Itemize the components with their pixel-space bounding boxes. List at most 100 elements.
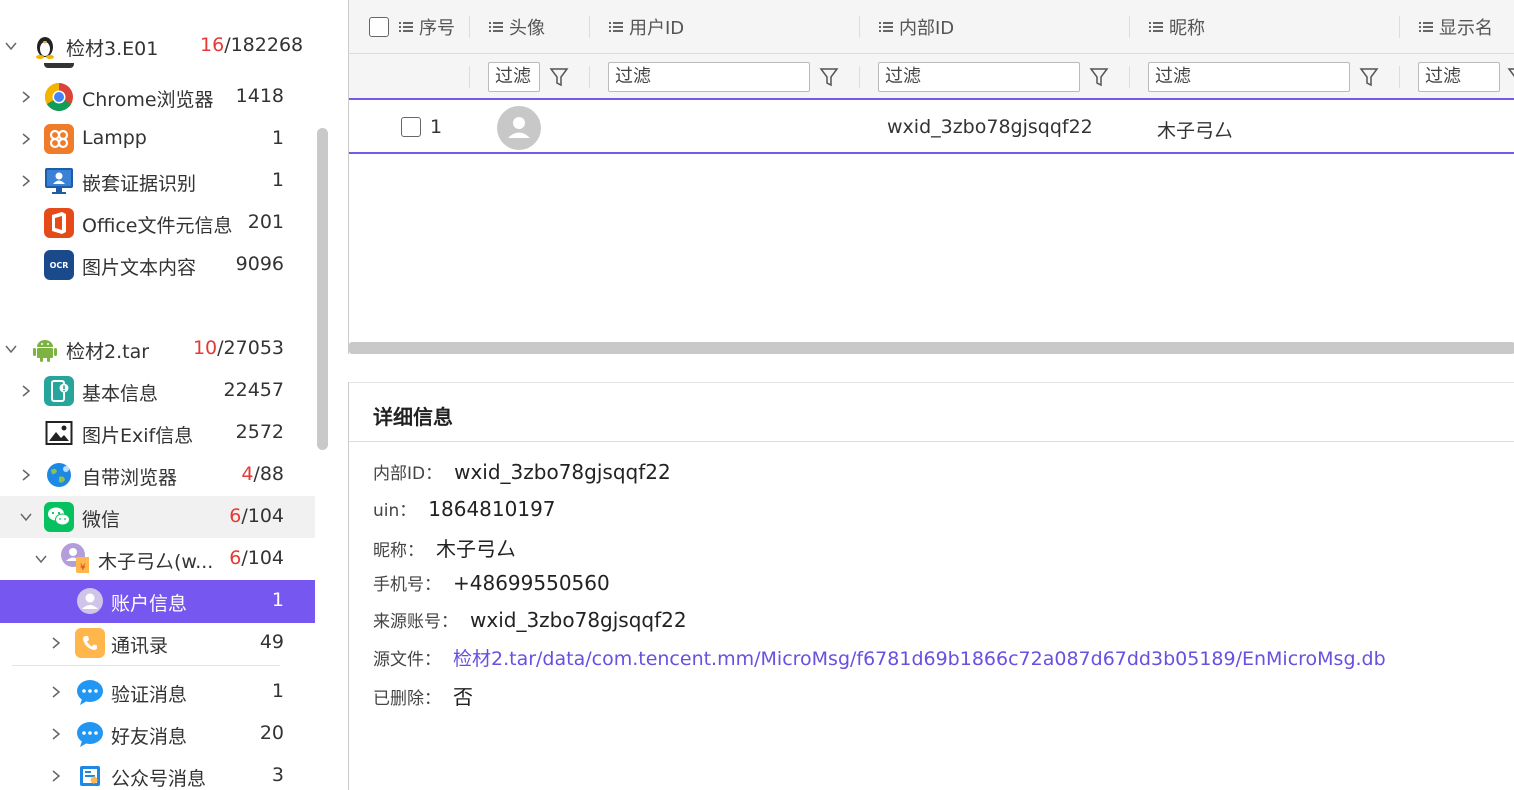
chevron-right-icon[interactable] — [49, 636, 63, 650]
chevron-right-icon[interactable] — [19, 90, 33, 104]
tree-item-public-account-messages[interactable]: 公众号消息 3 — [0, 755, 315, 790]
filter-funnel-icon[interactable] — [1359, 66, 1379, 88]
select-all-checkbox[interactable] — [369, 17, 389, 37]
row-checkbox[interactable] — [401, 117, 421, 137]
filter-funnel-icon[interactable] — [1507, 66, 1514, 88]
chevron-right-icon[interactable] — [19, 132, 33, 146]
chevron-down-icon[interactable] — [4, 342, 18, 356]
tree-item-office-meta[interactable]: Office文件元信息 201 — [0, 202, 315, 244]
chevron-down-icon[interactable] — [34, 552, 48, 566]
column-divider[interactable] — [469, 16, 470, 38]
source-file-link[interactable]: 检材2.tar/data/com.tencent.mm/MicroMsg/f67… — [453, 644, 1386, 671]
tree-item-builtin-browser[interactable]: 自带浏览器 4/88 — [0, 454, 315, 496]
svg-text:¥: ¥ — [80, 563, 86, 573]
sidebar-scrollbar[interactable] — [317, 128, 328, 450]
tree-item-lampp[interactable]: Lampp 1 — [0, 118, 315, 160]
sidebar-divider — [12, 665, 280, 666]
column-divider[interactable] — [1129, 16, 1130, 38]
tree-item-label: 通讯录 — [111, 635, 169, 657]
tree-item-label: 微信 — [82, 509, 121, 531]
tree-item-label: 检材2.tar — [66, 341, 150, 363]
tree-item-contacts[interactable]: 通讯录 49 — [0, 622, 315, 664]
tree-item-count: 20 — [259, 722, 284, 744]
column-list-icon — [1419, 17, 1433, 38]
detail-value: 否 — [453, 685, 473, 709]
phone-info-icon — [44, 376, 74, 406]
chevron-right-icon[interactable] — [49, 727, 63, 741]
tree-item-nested-evidence[interactable]: 嵌套证据识别 1 — [0, 160, 315, 202]
ocr-icon: OCR — [44, 250, 74, 280]
cell-nickname: 木子弓厶 — [1157, 120, 1234, 142]
column-list-icon — [879, 17, 893, 38]
column-header-index[interactable]: 序号 — [399, 14, 455, 40]
column-divider[interactable] — [1399, 16, 1400, 38]
tree-item-evidence3[interactable]: 检材3.E01 16/182268 — [0, 25, 315, 67]
chevron-right-icon[interactable] — [19, 468, 33, 482]
tree-item-wechat[interactable]: 微信 6/104 — [0, 496, 315, 538]
detail-field-source-account: 来源账号： wxid_3zbo78gjsqqf22 — [373, 607, 687, 632]
detail-divider — [349, 441, 1514, 442]
tree-item-count: 9096 — [235, 253, 284, 275]
tree-item-count: 1418 — [235, 85, 284, 107]
table-row[interactable]: 1 wxid_3zbo78gjsqqf22 木子弓厶 — [349, 102, 1514, 154]
tree-item-account-info[interactable]: 账户信息 1 — [0, 580, 315, 623]
column-header-avatar[interactable]: 头像 — [489, 14, 545, 40]
tree-item-label: 公众号消息 — [111, 768, 207, 790]
column-header-user-id[interactable]: 用户ID — [609, 14, 684, 40]
tree-item-basic-info[interactable]: 基本信息 22457 — [0, 370, 315, 412]
column-header-nickname[interactable]: 昵称 — [1149, 14, 1205, 40]
grid-horizontal-scrollbar[interactable] — [349, 342, 1514, 354]
detail-panel: 详细信息 内部ID： wxid_3zbo78gjsqqf22 uin： 1864… — [348, 382, 1514, 790]
detail-field-uin: uin： 1864810197 — [373, 496, 556, 521]
filter-input-avatar[interactable]: 过滤 — [488, 62, 540, 92]
tree-item-label: 基本信息 — [82, 383, 159, 405]
chevron-right-icon[interactable] — [49, 769, 63, 783]
chevron-down-icon[interactable] — [4, 39, 18, 53]
column-divider[interactable] — [859, 16, 860, 38]
filter-input-nickname[interactable]: 过滤 — [1148, 62, 1350, 92]
tree-item-label: Chrome浏览器 — [82, 89, 214, 111]
chrome-icon — [44, 82, 74, 112]
chevron-right-icon[interactable] — [19, 174, 33, 188]
grid-filter-row: 过滤 过滤 过滤 过滤 过滤 — [349, 54, 1514, 100]
android-icon — [30, 334, 60, 364]
filter-input-user-id[interactable]: 过滤 — [608, 62, 810, 92]
tree-item-count: 4/88 — [241, 463, 284, 485]
data-grid: 序号 头像 用户ID 内部ID 昵称 显示名 过滤 过滤 过滤 过滤 过滤 1 … — [348, 0, 1514, 354]
detail-field-source-file: 源文件： 检材2.tar/data/com.tencent.mm/MicroMs… — [373, 644, 1386, 671]
tree-item-label: 检材3.E01 — [66, 38, 159, 60]
column-header-internal-id[interactable]: 内部ID — [879, 14, 954, 40]
detail-title: 详细信息 — [373, 405, 453, 429]
tree-item-label: 图片Exif信息 — [82, 425, 194, 447]
chevron-right-icon[interactable] — [49, 685, 63, 699]
column-header-label: 头像 — [509, 18, 545, 39]
tree-item-image-text[interactable]: OCR 图片文本内容 9096 — [0, 244, 315, 286]
detail-value: 1864810197 — [428, 497, 556, 521]
filter-input-display-name[interactable]: 过滤 — [1418, 62, 1500, 92]
filter-funnel-icon[interactable] — [1089, 66, 1109, 88]
column-divider[interactable] — [589, 16, 590, 38]
chevron-down-icon[interactable] — [19, 510, 33, 524]
cell-internal-id: wxid_3zbo78gjsqqf22 — [887, 116, 1093, 138]
tree-item-evidence2[interactable]: 检材2.tar 10/27053 — [0, 328, 315, 370]
tree-item-count: 1 — [271, 589, 284, 611]
image-icon — [44, 418, 74, 448]
tree-item-image-exif[interactable]: 图片Exif信息 2572 — [0, 412, 315, 454]
evidence-tree-sidebar: 检材3.E01 16/182268 Chrome浏览器 1418 Lampp 1 — [0, 0, 332, 790]
filter-funnel-icon[interactable] — [549, 66, 569, 88]
tree-item-chrome[interactable]: Chrome浏览器 1418 — [0, 76, 315, 118]
avatar — [497, 106, 541, 155]
tree-item-verify-messages[interactable]: 验证消息 1 — [0, 671, 315, 713]
tree-item-wechat-account[interactable]: ¥ 木子弓厶(w... 6/104 — [0, 538, 315, 580]
tree-item-friend-messages[interactable]: 好友消息 20 — [0, 713, 315, 755]
linux-penguin-icon — [30, 31, 60, 61]
detail-key: 内部ID： — [373, 464, 443, 484]
tree-item-count: 1 — [271, 169, 284, 191]
filter-funnel-icon[interactable] — [819, 66, 839, 88]
office-icon — [44, 208, 74, 238]
chevron-right-icon[interactable] — [19, 384, 33, 398]
tree-item-count: 10/27053 — [192, 337, 284, 359]
column-header-display-name[interactable]: 显示名 — [1419, 14, 1493, 40]
detail-value: +48699550560 — [453, 571, 610, 595]
filter-input-internal-id[interactable]: 过滤 — [878, 62, 1080, 92]
